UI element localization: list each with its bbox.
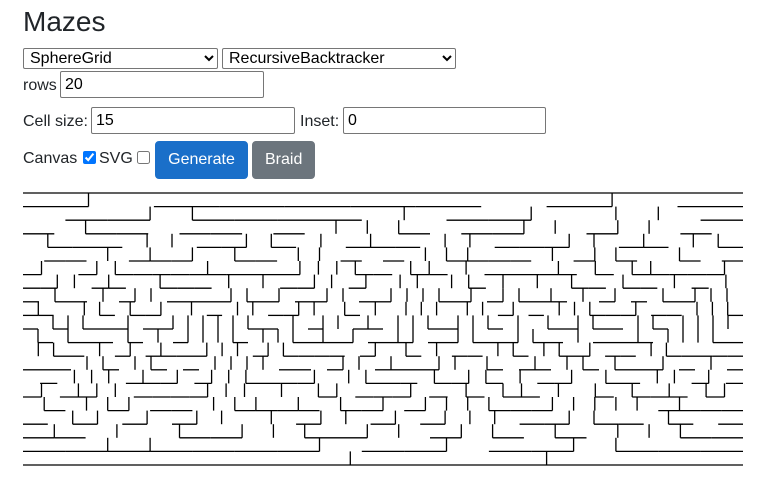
maze-walls bbox=[23, 192, 743, 466]
maze-canvas bbox=[23, 192, 743, 466]
